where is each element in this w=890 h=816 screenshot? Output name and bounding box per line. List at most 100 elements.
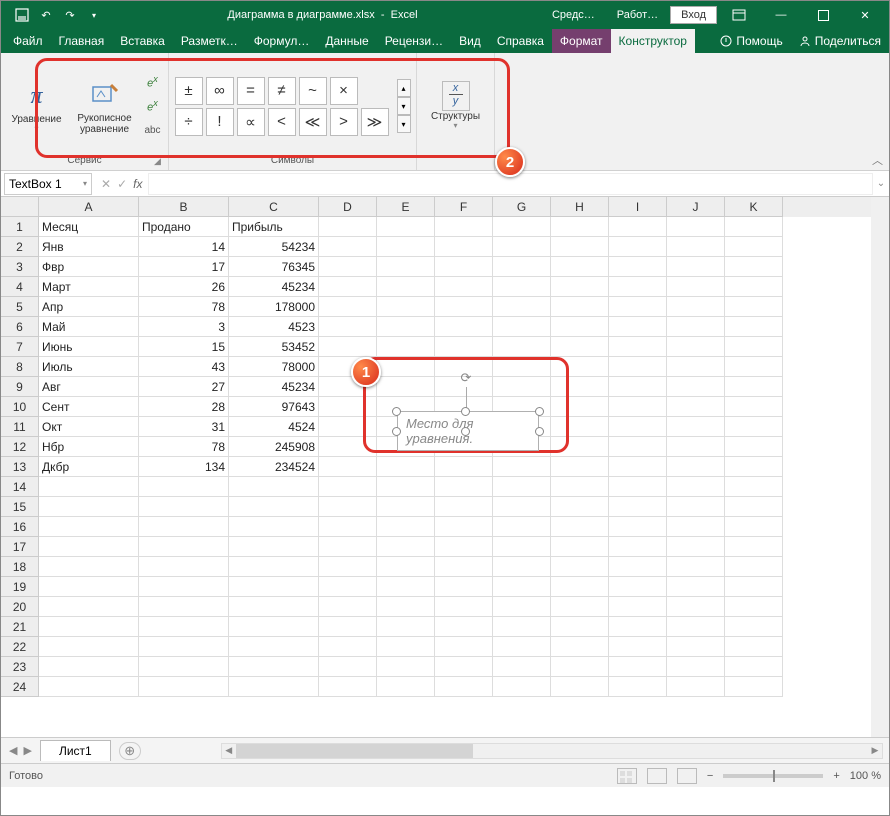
cell[interactable]: [229, 517, 319, 537]
cell[interactable]: [319, 317, 377, 337]
prof-equation-icon[interactable]: ex: [142, 71, 164, 93]
cell[interactable]: [667, 257, 725, 277]
cell[interactable]: 78: [139, 297, 229, 317]
cell[interactable]: 45234: [229, 377, 319, 397]
close-icon[interactable]: ✕: [845, 2, 885, 28]
cell[interactable]: [725, 517, 783, 537]
tab-data[interactable]: Данные: [317, 29, 376, 53]
cell[interactable]: [435, 237, 493, 257]
sel-handle[interactable]: [461, 427, 470, 436]
cell[interactable]: [609, 217, 667, 237]
symbol-≪[interactable]: ≪: [299, 108, 327, 136]
cell[interactable]: Нбр: [39, 437, 139, 457]
cell[interactable]: [609, 637, 667, 657]
view-pagebreak-icon[interactable]: [677, 768, 697, 784]
row-header-17[interactable]: 17: [1, 537, 39, 557]
cell[interactable]: [435, 297, 493, 317]
cell[interactable]: [493, 537, 551, 557]
cell[interactable]: [319, 337, 377, 357]
ink-equation-button[interactable]: Рукописное уравнение: [72, 64, 138, 148]
cell[interactable]: [551, 577, 609, 597]
cell[interactable]: [39, 677, 139, 697]
cell[interactable]: [667, 277, 725, 297]
zoom-level[interactable]: 100 %: [850, 770, 881, 782]
cell[interactable]: [609, 357, 667, 377]
vertical-scrollbar[interactable]: [871, 197, 889, 737]
cell[interactable]: [229, 657, 319, 677]
add-sheet-icon[interactable]: ⊕: [119, 742, 141, 760]
cell[interactable]: [319, 497, 377, 517]
cell[interactable]: 78: [139, 437, 229, 457]
cell[interactable]: [667, 537, 725, 557]
cell[interactable]: [493, 557, 551, 577]
cell[interactable]: [139, 637, 229, 657]
cell[interactable]: [39, 577, 139, 597]
cell[interactable]: 26: [139, 277, 229, 297]
cell[interactable]: [551, 457, 609, 477]
row-header-18[interactable]: 18: [1, 557, 39, 577]
cell[interactable]: [725, 317, 783, 337]
cell[interactable]: [319, 417, 377, 437]
tab-help[interactable]: Справка: [489, 29, 552, 53]
sheet-nav-prev-icon[interactable]: ◀: [9, 744, 17, 757]
cell[interactable]: 53452: [229, 337, 319, 357]
tab-formulas[interactable]: Формул…: [246, 29, 318, 53]
cell[interactable]: [725, 257, 783, 277]
cell[interactable]: [667, 517, 725, 537]
cell[interactable]: 76345: [229, 257, 319, 277]
cell[interactable]: [725, 217, 783, 237]
cell[interactable]: [609, 617, 667, 637]
save-icon[interactable]: [13, 6, 31, 24]
cell[interactable]: [609, 457, 667, 477]
rotate-handle-icon[interactable]: ⟳: [457, 369, 475, 387]
col-header-G[interactable]: G: [493, 197, 551, 217]
cell[interactable]: [39, 497, 139, 517]
cell[interactable]: [39, 637, 139, 657]
symbol-∞[interactable]: ∞: [206, 77, 234, 105]
symbol-=[interactable]: =: [237, 77, 265, 105]
cell[interactable]: [551, 497, 609, 517]
row-header-3[interactable]: 3: [1, 257, 39, 277]
cell[interactable]: [725, 397, 783, 417]
cell[interactable]: [493, 337, 551, 357]
row-header-22[interactable]: 22: [1, 637, 39, 657]
cell[interactable]: [319, 577, 377, 597]
cell[interactable]: Июнь: [39, 337, 139, 357]
cell[interactable]: 15: [139, 337, 229, 357]
row-header-2[interactable]: 2: [1, 237, 39, 257]
row-header-14[interactable]: 14: [1, 477, 39, 497]
cell[interactable]: [667, 597, 725, 617]
cell[interactable]: [493, 217, 551, 237]
symbol-<[interactable]: <: [268, 108, 296, 136]
cell[interactable]: [435, 557, 493, 577]
cell[interactable]: [667, 317, 725, 337]
cell[interactable]: [725, 357, 783, 377]
cell[interactable]: [435, 517, 493, 537]
cell[interactable]: [725, 617, 783, 637]
cell[interactable]: [493, 377, 551, 397]
cell[interactable]: [551, 217, 609, 237]
cell[interactable]: [609, 577, 667, 597]
sel-handle[interactable]: [535, 427, 544, 436]
ribbon-options-icon[interactable]: [719, 2, 759, 28]
cell[interactable]: [377, 497, 435, 517]
normal-text-icon[interactable]: abc: [142, 119, 164, 141]
cell[interactable]: [667, 357, 725, 377]
cell[interactable]: Месяц: [39, 217, 139, 237]
cell[interactable]: [725, 417, 783, 437]
sheet-nav-next-icon[interactable]: ▶: [23, 744, 31, 757]
cell[interactable]: [725, 457, 783, 477]
cell[interactable]: [319, 437, 377, 457]
cell[interactable]: 28: [139, 397, 229, 417]
col-header-D[interactable]: D: [319, 197, 377, 217]
cell[interactable]: 27: [139, 377, 229, 397]
cancel-formula-icon[interactable]: ✕: [101, 177, 111, 191]
cell[interactable]: [377, 577, 435, 597]
cell[interactable]: [493, 657, 551, 677]
cell[interactable]: [609, 477, 667, 497]
cell[interactable]: [725, 277, 783, 297]
cell[interactable]: Май: [39, 317, 139, 337]
cell[interactable]: [229, 677, 319, 697]
cell[interactable]: [551, 637, 609, 657]
cell[interactable]: [609, 437, 667, 457]
